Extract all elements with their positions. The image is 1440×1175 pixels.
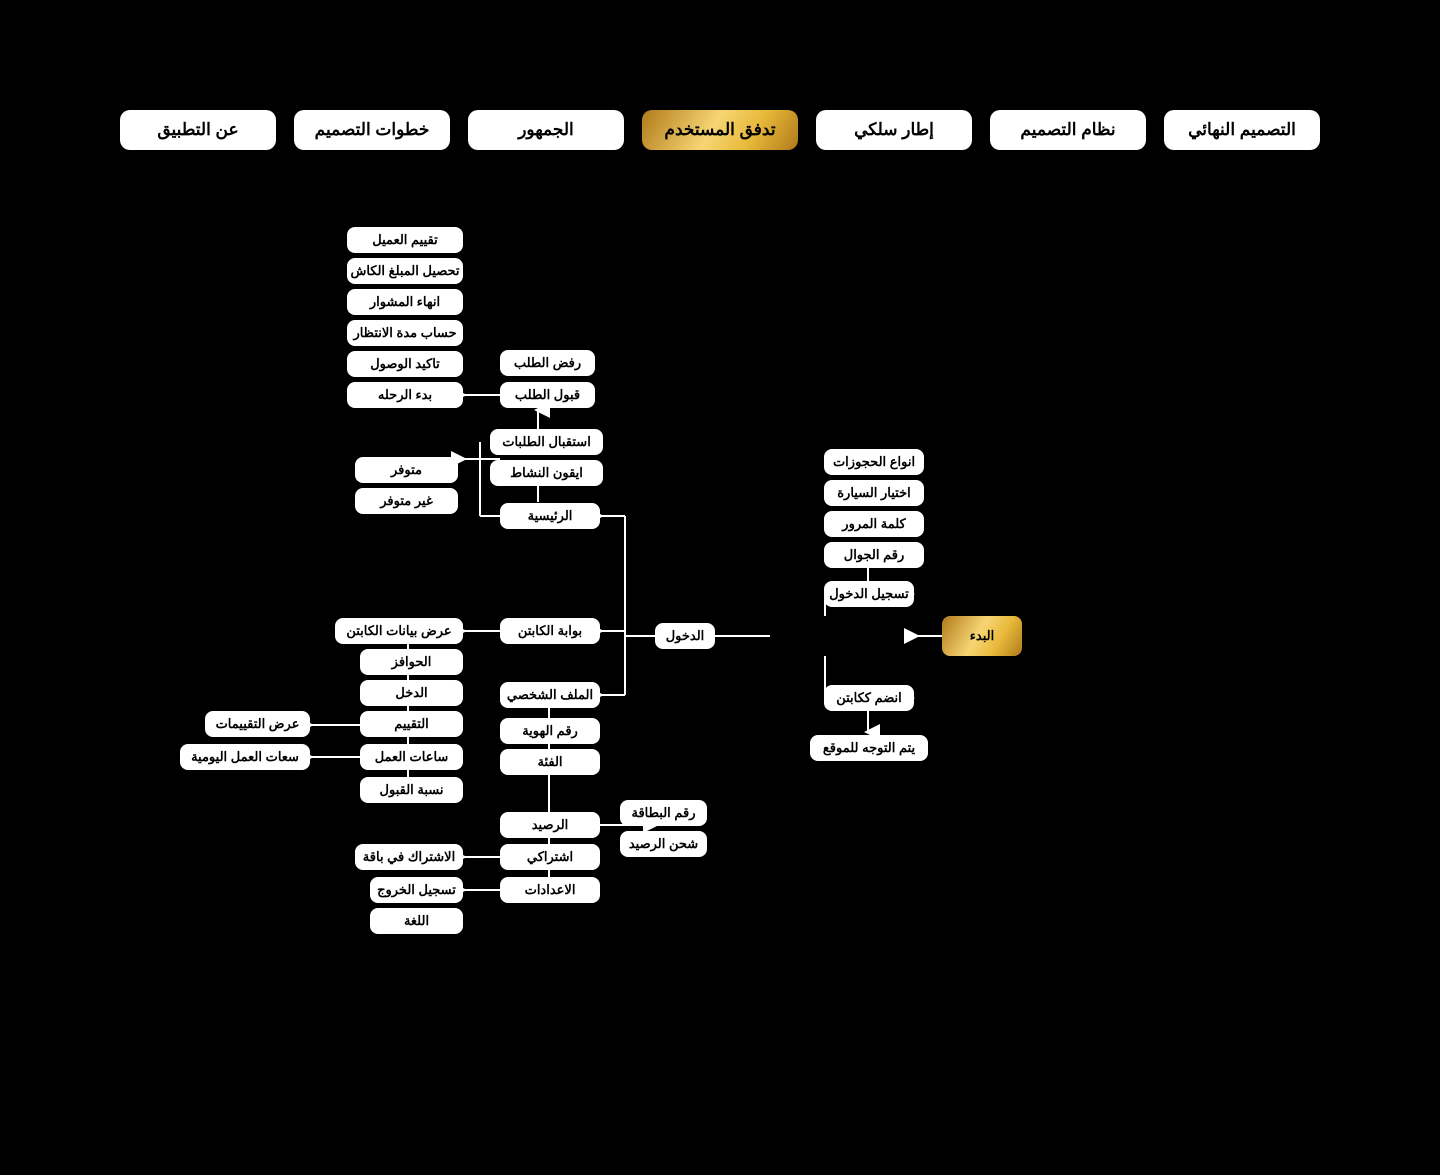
node-collect-cash: تحصيل المبلغ الكاش <box>347 258 463 284</box>
node-activity-icon: ايقون النشاط <box>490 460 603 486</box>
node-category: الفئة <box>500 749 600 775</box>
flow-connectors <box>0 0 1440 1175</box>
node-view-ratings: عرض التقييمات <box>205 711 310 737</box>
node-rating: التقييم <box>360 711 463 737</box>
node-login: تسجيل الدخول <box>824 581 914 607</box>
node-receive-orders: استقبال الطلبات <box>490 429 603 455</box>
node-phone: رقم الجوال <box>824 542 924 568</box>
node-wait-time: حساب مدة الانتظار <box>347 320 463 346</box>
node-captain-portal: بوابة الكابتن <box>500 618 600 644</box>
node-profile: الملف الشخصي <box>500 682 600 708</box>
node-incentives: الحوافز <box>360 649 463 675</box>
node-card-number: رقم البطاقة <box>620 800 707 826</box>
node-reject: رفض الطلب <box>500 350 595 376</box>
node-available: متوفر <box>355 457 458 483</box>
node-work-hours: ساعات العمل <box>360 744 463 770</box>
node-booking-types: انواع الحجوزات <box>824 449 924 475</box>
node-logout: تسجيل الخروج <box>370 877 463 903</box>
node-password: كلمة المرور <box>824 511 924 537</box>
node-redirect: يتم التوجه للموقع <box>810 735 928 761</box>
node-charge-balance: شحن الرصيد <box>620 831 707 857</box>
node-home: الرئيسية <box>500 503 600 529</box>
node-rate-client: تقييم العميل <box>347 227 463 253</box>
node-balance: الرصيد <box>500 812 600 838</box>
node-settings: الاعدادات <box>500 877 600 903</box>
node-end-trip: انهاء المشوار <box>347 289 463 315</box>
node-accept: قبول الطلب <box>500 382 595 408</box>
node-unavailable: غير متوفر <box>355 488 458 514</box>
node-acceptance: نسبة القبول <box>360 777 463 803</box>
node-enter: الدخول <box>655 623 715 649</box>
node-income: الدخل <box>360 680 463 706</box>
node-join: انضم ككابتن <box>824 685 914 711</box>
node-daily-hours: سعات العمل اليومية <box>180 744 310 770</box>
node-id-number: رقم الهوية <box>500 718 600 744</box>
node-language: اللغة <box>370 908 463 934</box>
node-choose-car: اختيار السيارة <box>824 480 924 506</box>
node-start: البدء <box>942 616 1022 656</box>
node-confirm-arrival: تاكيد الوصول <box>347 351 463 377</box>
node-start-trip: بدء الرحله <box>347 382 463 408</box>
node-subscribe-pkg: الاشتراك في باقة <box>355 844 463 870</box>
node-my-sub: اشتراكي <box>500 844 600 870</box>
node-view-captain-data: عرض بيانات الكابتن <box>335 618 463 644</box>
